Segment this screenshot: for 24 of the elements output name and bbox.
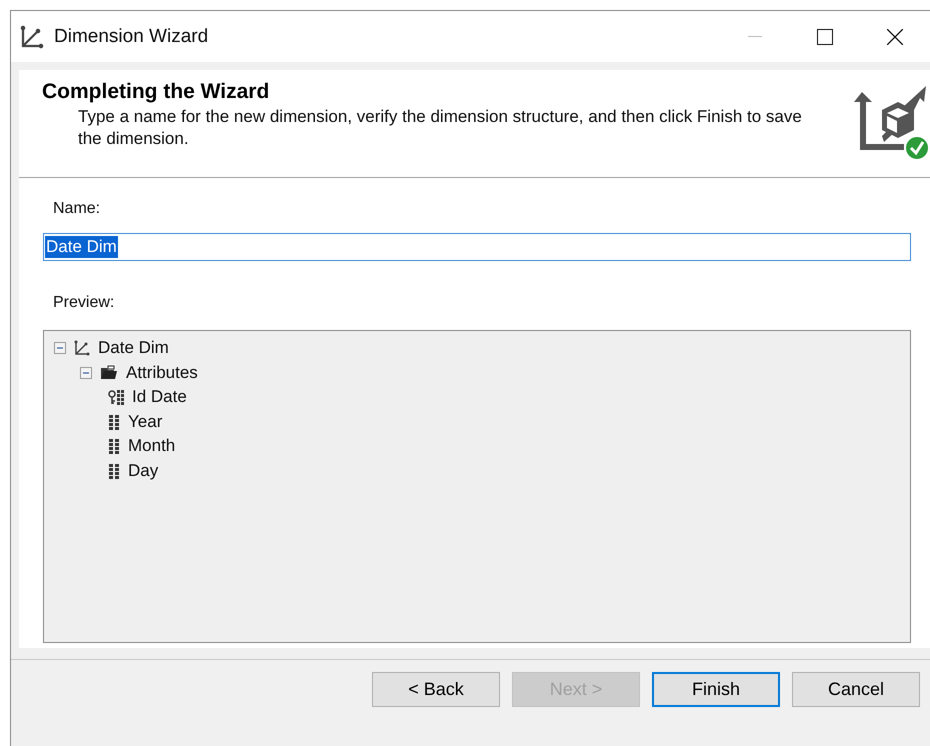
folder-icon — [100, 365, 118, 380]
wizard-button[interactable]: < Back — [372, 672, 500, 707]
collapse-icon[interactable] — [80, 366, 92, 379]
attribute-icon — [108, 414, 120, 430]
page-title: Completing the Wizard — [42, 80, 270, 104]
name-label: Name: — [53, 200, 102, 218]
tree-item[interactable]: Id Date — [132, 387, 187, 408]
dimension-icon — [20, 24, 44, 48]
tree-item[interactable]: Attributes — [126, 362, 198, 383]
collapse-icon[interactable] — [54, 342, 66, 354]
tree-item[interactable]: Year — [128, 412, 162, 432]
window-title: Dimension Wizard — [54, 26, 210, 48]
wizard-button[interactable]: Finish — [652, 672, 780, 707]
name-field[interactable]: Date Dim — [43, 233, 911, 261]
page-description: Type a name for the new dimension, verify the dimension structure, and then click Finish to save the dimension. — [78, 106, 803, 150]
tree-item[interactable]: Month — [128, 436, 176, 456]
tree-item[interactable]: Day — [128, 460, 158, 481]
wizard-button[interactable]: Cancel — [792, 672, 920, 707]
dimension-icon — [74, 340, 90, 356]
key-attribute-icon — [108, 389, 124, 406]
attribute-icon — [108, 462, 120, 479]
tree-item[interactable]: Date Dim — [98, 338, 169, 358]
preview-label: Preview: — [53, 294, 116, 312]
attribute-icon — [108, 438, 120, 454]
